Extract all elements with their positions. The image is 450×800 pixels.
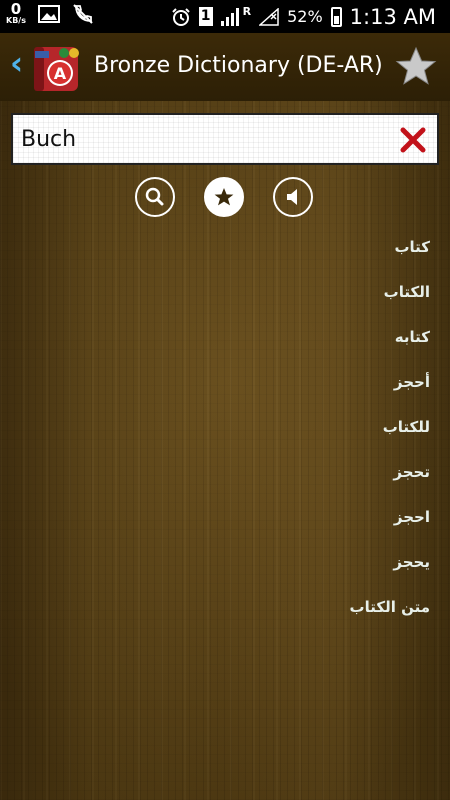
battery-percent: 52%	[287, 7, 323, 26]
action-bar: ‹ A Bronze Dictionary (DE-AR)	[0, 33, 450, 102]
result-list: كتاب الكتاب كتابه أحجز للكتاب تحجز احجز …	[130, 235, 430, 640]
list-item[interactable]: كتابه	[130, 325, 430, 370]
speaker-icon	[287, 189, 297, 205]
star-icon	[214, 188, 234, 206]
network-speed-unit: KB/s	[6, 16, 26, 25]
app-title: Bronze Dictionary (DE-AR)	[94, 53, 383, 78]
search-icon	[145, 187, 164, 206]
list-item[interactable]: متن الكتاب	[130, 595, 430, 640]
network-speed: 0 KB/s	[6, 2, 26, 25]
list-item[interactable]: للكتاب	[130, 415, 430, 460]
chevron-left-icon[interactable]: ‹	[10, 47, 23, 79]
alarm-icon	[171, 7, 190, 26]
no-signal-icon	[259, 7, 279, 26]
battery-icon	[330, 6, 342, 27]
network-speed-value: 0	[10, 0, 22, 18]
favorites-button[interactable]	[204, 177, 244, 217]
search-input[interactable]	[21, 124, 381, 154]
signal-icon	[220, 7, 241, 26]
list-item[interactable]: الكتاب	[130, 280, 430, 325]
search-button[interactable]	[135, 177, 175, 217]
main-content: كتاب الكتاب كتابه أحجز للكتاب تحجز احجز …	[0, 101, 450, 800]
list-item[interactable]: أحجز	[130, 370, 430, 415]
sim-indicator: 1	[198, 7, 213, 26]
svg-text:A: A	[54, 64, 67, 83]
star-icon[interactable]	[394, 45, 438, 89]
app-logo[interactable]: A	[30, 43, 82, 95]
missed-call-icon	[73, 3, 93, 24]
list-item[interactable]: تحجز	[130, 460, 430, 505]
network-type: R	[242, 5, 252, 18]
image-icon	[37, 4, 60, 23]
list-item[interactable]: كتاب	[130, 235, 430, 280]
pronounce-button[interactable]	[273, 177, 313, 217]
status-bar: 0 KB/s 1 R 52% 1:13 AM	[0, 0, 450, 33]
list-item[interactable]: يحجز	[130, 550, 430, 595]
close-icon[interactable]	[399, 126, 427, 154]
clock: 1:13 AM	[349, 4, 436, 29]
search-box	[11, 113, 439, 165]
list-item[interactable]: احجز	[130, 505, 430, 550]
